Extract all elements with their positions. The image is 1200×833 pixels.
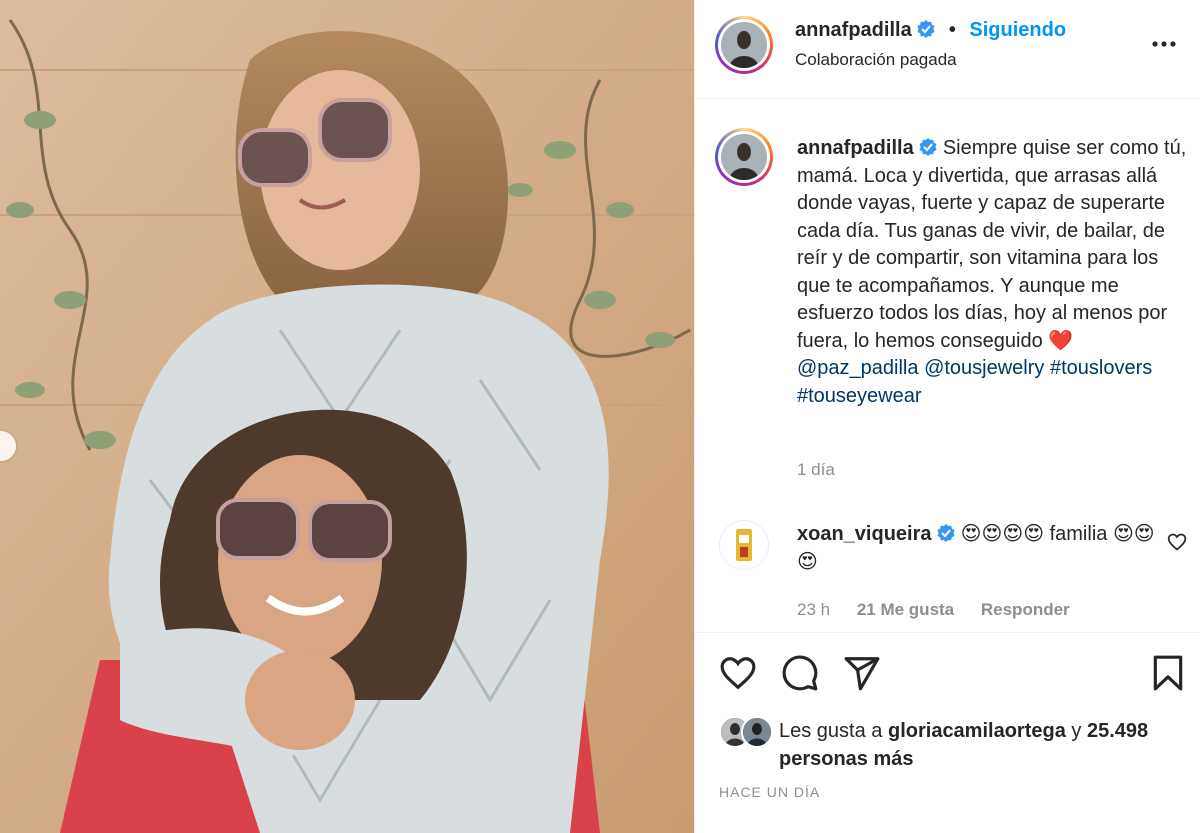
instagram-post-view: annafpadilla • Siguiendo Colaboración pa… [0,0,1200,833]
likes-summary: Les gusta a gloriacamilaortega y 25.498 … [779,717,1189,773]
share-icon[interactable] [843,654,881,692]
avatar-icon [721,22,767,68]
heart-icon[interactable] [719,654,757,692]
heart-emoji: ❤️ [1048,329,1074,352]
comment-username[interactable]: xoan_viqueira [797,523,932,545]
more-options-icon[interactable] [1151,34,1177,54]
mention-link[interactable]: @paz_padilla [797,357,919,379]
header-user-line: annafpadilla • Siguiendo [795,19,1066,42]
caption-username[interactable]: annafpadilla [797,137,914,159]
comment-likes[interactable]: 21 Me gusta [857,600,954,619]
post-photo-illustration [0,0,694,833]
verified-badge-icon [917,20,935,38]
liker-username[interactable]: gloriacamilaortega [888,720,1066,742]
hashtag-link[interactable]: #touseyewear [797,385,922,407]
verified-badge-icon [919,138,937,156]
avatar-icon [743,718,771,746]
tag-link[interactable]: @tousjewelry [924,357,1044,379]
comment-meta: 23 h 21 Me gusta Responder [797,600,1092,620]
comment-icon[interactable] [781,654,819,692]
likes-prefix: Les gusta a [779,720,883,742]
bookmark-icon[interactable] [1149,654,1187,692]
post-caption: annafpadilla Siempre quise ser como tú, … [797,135,1187,410]
reply-button[interactable]: Responder [981,600,1070,619]
avatar-icon [720,521,768,569]
comment-heart-icon[interactable] [1167,532,1187,552]
following-button[interactable]: Siguiendo [969,19,1066,41]
likes-connector: y [1071,720,1082,742]
avatar-icon [721,134,767,180]
caption-avatar[interactable] [715,128,773,186]
post-side-panel: annafpadilla • Siguiendo Colaboración pa… [694,0,1200,833]
header-separator: • [948,19,956,41]
caption-text: Siempre quise ser como tú, mamá. Loca y … [797,137,1187,352]
comment-avatar[interactable] [719,520,769,570]
post-date[interactable]: HACE UN DÍA [719,784,820,800]
comment-time[interactable]: 23 h [797,600,830,619]
divider [695,632,1200,633]
post-photo[interactable] [0,0,694,833]
hashtag-link[interactable]: #touslovers [1050,357,1152,379]
post-header: annafpadilla • Siguiendo Colaboración pa… [695,0,1200,99]
liker-avatar[interactable] [741,716,773,748]
paid-partnership-label[interactable]: Colaboración pagada [795,50,957,70]
header-avatar[interactable] [715,16,773,74]
comment: xoan_viqueira 😍😍😍😍 familia 😍😍😍 [797,521,1157,576]
verified-badge-icon [937,524,955,542]
header-username[interactable]: annafpadilla [795,19,912,41]
caption-timestamp[interactable]: 1 día [797,460,835,480]
